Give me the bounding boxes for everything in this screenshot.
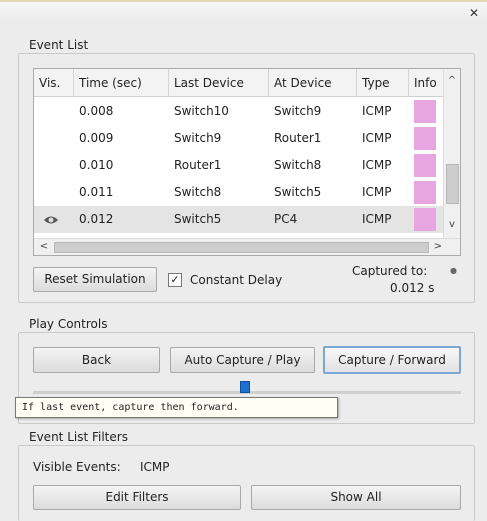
at-device-cell: Switch9 [274,104,322,118]
visible-events-label: Visible Events: [33,460,121,474]
horizontal-scrollbar[interactable]: < > [34,238,460,255]
table-row[interactable]: 0.009 Switch9 Router1 ICMP [34,125,444,152]
horizontal-scroll-thumb[interactable] [54,242,429,253]
at-device-cell: Switch8 [274,158,322,172]
last-device-cell: Router1 [174,158,222,172]
title-bar: ✕ [0,0,487,20]
info-color-swatch[interactable] [414,208,436,231]
vis-cell [34,152,74,179]
play-controls-title: Play Controls [27,317,110,331]
column-header-at-device[interactable]: At Device [269,69,357,97]
back-button[interactable]: Back [33,347,160,373]
time-cell: 0.010 [79,158,114,172]
vis-cell [34,98,74,125]
type-cell: ICMP [362,131,392,145]
time-cell: 0.012 [79,212,114,226]
auto-capture-play-button[interactable]: Auto Capture / Play [170,347,315,373]
table-row[interactable]: 0.012 Switch5 PC4 ICMP [34,206,444,233]
table-header: Vis. Time (sec) Last Device At Device Ty… [34,69,444,97]
type-cell: ICMP [362,104,392,118]
time-cell: 0.008 [79,104,114,118]
capture-forward-button[interactable]: Capture / Forward [323,346,461,374]
eye-icon [34,206,74,233]
last-device-cell: Switch8 [174,185,222,199]
at-device-cell: Switch5 [274,185,322,199]
visible-events-value: ICMP [140,460,170,474]
capture-forward-tooltip: If last event, capture then forward. [15,397,338,418]
speed-slider-thumb[interactable] [240,381,250,393]
type-cell: ICMP [362,158,392,172]
event-list-title: Event List [27,38,91,52]
info-color-swatch[interactable] [414,127,436,150]
info-color-swatch[interactable] [414,100,436,123]
constant-delay-label[interactable]: Constant Delay [190,273,282,287]
column-header-info[interactable]: Info [409,69,444,97]
edit-filters-button[interactable]: Edit Filters [33,485,241,510]
column-header-last-device[interactable]: Last Device [169,69,269,97]
last-device-cell: Switch9 [174,131,222,145]
last-device-cell: Switch5 [174,212,222,226]
vertical-scrollbar[interactable]: ^ v [443,69,460,239]
time-cell: 0.009 [79,131,114,145]
scroll-down-icon[interactable]: v [444,217,460,233]
event-list-filters-title: Event List Filters [27,430,130,444]
captured-to-label: Captured to: [352,264,428,278]
at-device-cell: Router1 [274,131,322,145]
close-icon[interactable]: ✕ [467,6,481,20]
column-header-time[interactable]: Time (sec) [74,69,169,97]
info-color-swatch[interactable] [414,181,436,204]
type-cell: ICMP [362,185,392,199]
column-header-type[interactable]: Type [357,69,409,97]
captured-to-value: 0.012 s [390,281,435,295]
at-device-cell: PC4 [274,212,298,226]
last-device-cell: Switch10 [174,104,229,118]
constant-delay-checkbox[interactable]: ✓ [168,273,182,287]
vertical-scroll-thumb[interactable] [446,164,459,204]
info-color-swatch[interactable] [414,154,436,177]
captured-indicator-icon: ● [450,266,457,275]
scroll-right-icon[interactable]: > [430,239,446,255]
vis-cell [34,125,74,152]
reset-simulation-button[interactable]: Reset Simulation [33,267,157,292]
table-row[interactable]: 0.008 Switch10 Switch9 ICMP [34,98,444,125]
vis-cell [34,179,74,206]
scroll-up-icon[interactable]: ^ [444,73,460,89]
event-table[interactable]: Vis. Time (sec) Last Device At Device Ty… [33,68,461,256]
type-cell: ICMP [362,212,392,226]
table-row[interactable]: 0.011 Switch8 Switch5 ICMP [34,179,444,206]
show-all-button[interactable]: Show All [251,485,461,510]
table-row[interactable]: 0.010 Router1 Switch8 ICMP [34,152,444,179]
time-cell: 0.011 [79,185,114,199]
column-header-vis[interactable]: Vis. [34,69,74,97]
scroll-left-icon[interactable]: < [36,239,52,255]
